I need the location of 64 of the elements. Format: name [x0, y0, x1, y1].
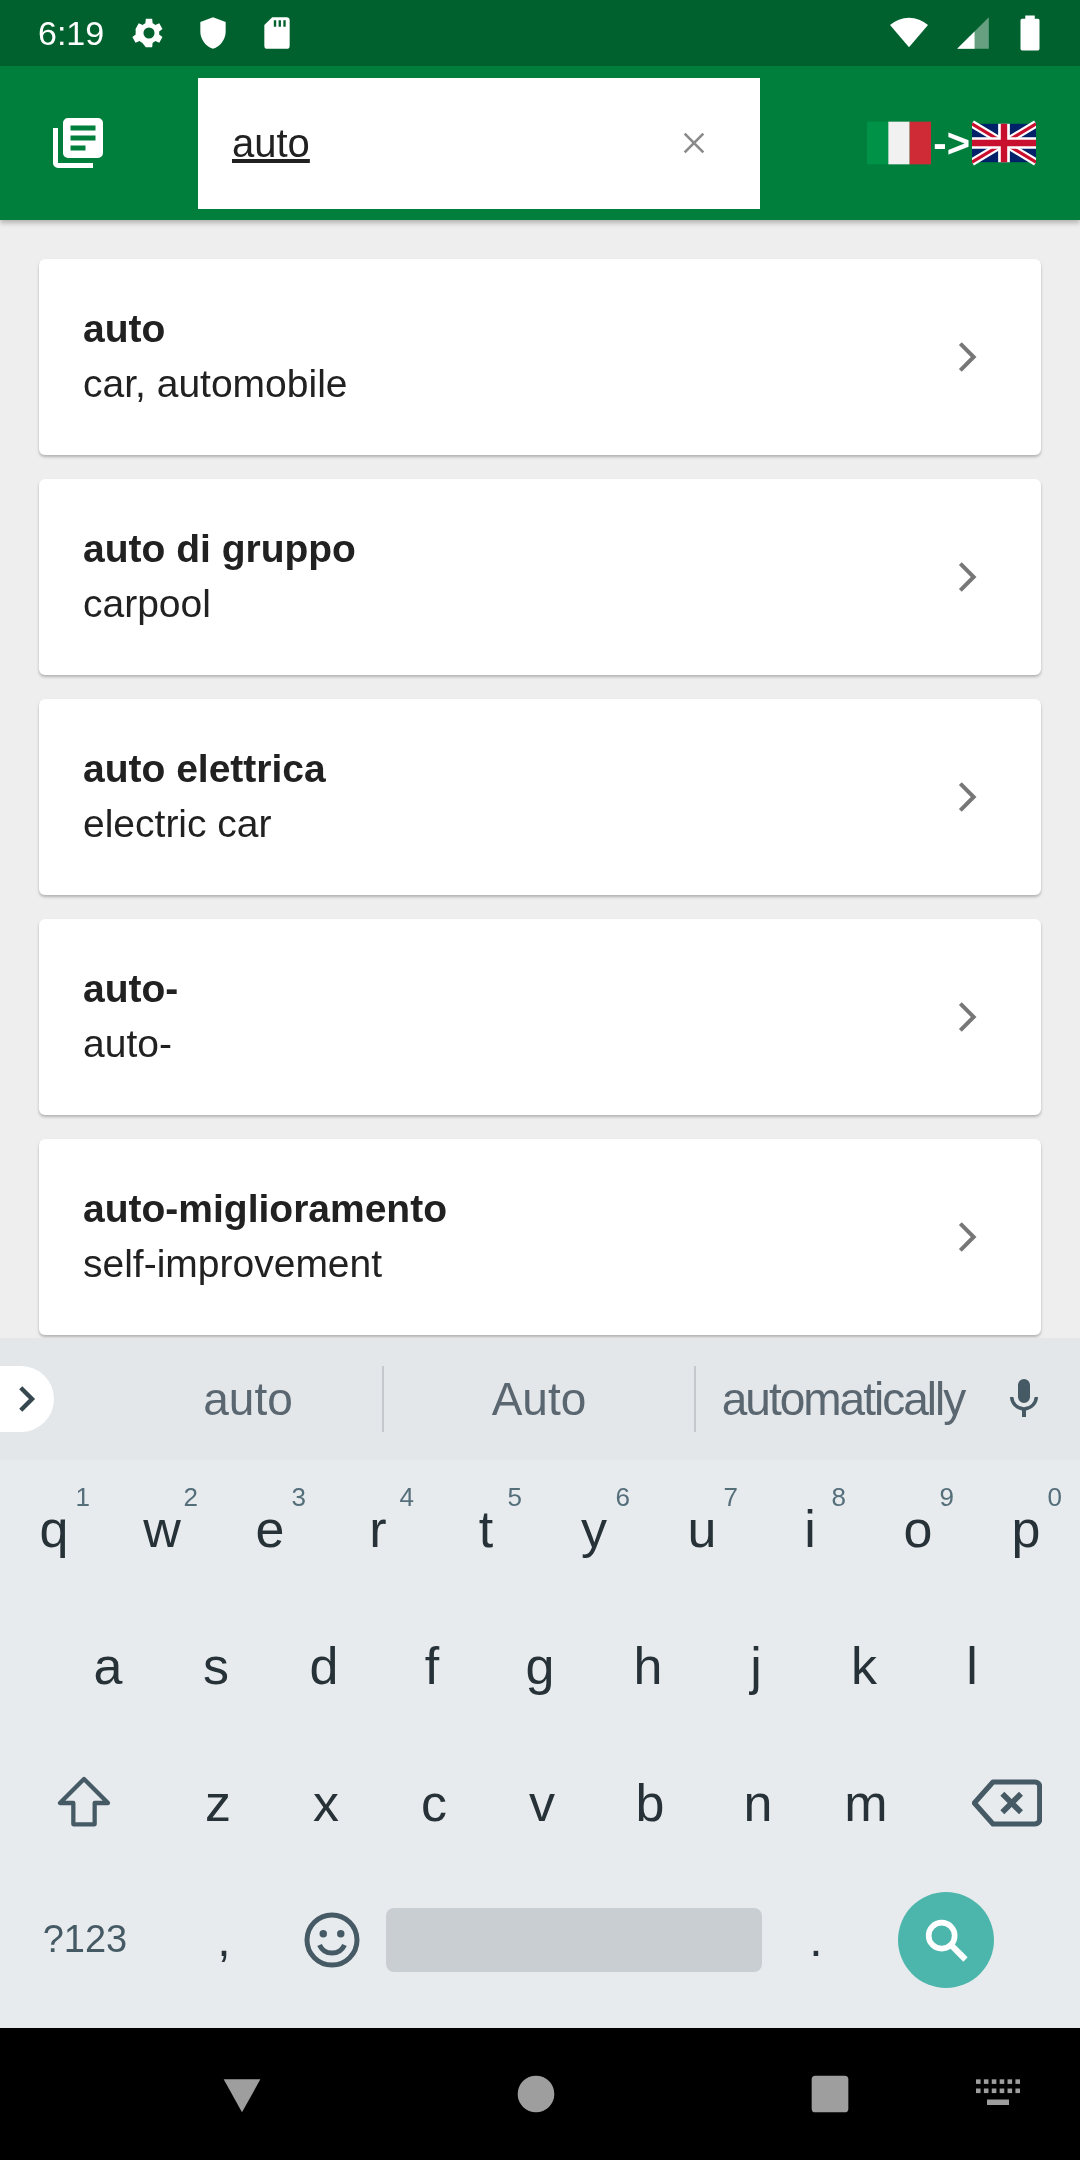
keyboard-key[interactable]: k: [810, 1597, 918, 1734]
language-arrow[interactable]: ->: [933, 120, 970, 166]
keyboard-key[interactable]: h: [594, 1597, 702, 1734]
keyboard-key[interactable]: d: [270, 1597, 378, 1734]
key-hint: 8: [831, 1482, 846, 1513]
chevron-right-icon: [957, 781, 977, 813]
result-card[interactable]: auto- auto-: [39, 919, 1041, 1115]
uk-flag-icon: [972, 119, 1036, 167]
result-term: auto-miglioramento: [83, 1186, 448, 1233]
chevron-right-icon: [17, 1384, 37, 1414]
keyboard-key[interactable]: b: [596, 1734, 704, 1871]
key-hint: 3: [291, 1482, 306, 1513]
result-card[interactable]: auto car, automobile: [39, 259, 1041, 455]
chevron-right-icon: [957, 1001, 977, 1033]
result-translation: self-improvement: [83, 1241, 384, 1287]
keyboard-key[interactable]: s: [162, 1597, 270, 1734]
symbols-key[interactable]: ?123: [0, 1918, 170, 1961]
italy-flag-icon: [867, 119, 932, 167]
key-hint: 5: [507, 1482, 522, 1513]
expand-button[interactable]: [0, 1366, 54, 1432]
signal-icon: [954, 14, 992, 52]
chevron-right-icon: [957, 561, 977, 593]
keyboard-key[interactable]: a: [54, 1597, 162, 1734]
result-term: auto di gruppo: [83, 526, 357, 573]
keyboard-key[interactable]: t 5: [432, 1460, 540, 1597]
chevron-right-icon: [957, 341, 977, 373]
key-hint: 0: [1047, 1482, 1062, 1513]
keyboard-key[interactable]: f: [378, 1597, 486, 1734]
suggestion[interactable]: auto: [114, 1372, 382, 1426]
keyboard-key[interactable]: c: [380, 1734, 488, 1871]
key-hint: 1: [75, 1482, 90, 1513]
keyboard-key[interactable]: n: [704, 1734, 812, 1871]
result-card[interactable]: auto-miglioramento self-improvement: [39, 1139, 1041, 1335]
keyboard-key[interactable]: m: [812, 1734, 920, 1871]
result-translation: auto-: [83, 1021, 173, 1067]
result-translation: carpool: [83, 581, 212, 627]
chevron-right-icon: [957, 1221, 977, 1253]
search-field[interactable]: auto: [198, 77, 760, 209]
key-hint: 9: [939, 1482, 954, 1513]
clock-time: 6:19: [38, 13, 105, 53]
keyboard-key[interactable]: x: [272, 1734, 380, 1871]
result-term: auto elettrica: [83, 746, 327, 793]
result-card[interactable]: auto di gruppo carpool: [39, 479, 1041, 675]
suggestion[interactable]: automatically: [696, 1372, 974, 1426]
keyboard-key[interactable]: v: [488, 1734, 596, 1871]
keyboard-key[interactable]: i 8: [756, 1460, 864, 1597]
result-card[interactable]: auto elettrica electric car: [39, 699, 1041, 895]
keyboard-key[interactable]: g: [486, 1597, 594, 1734]
result-term: auto-: [83, 966, 180, 1013]
keyboard-key[interactable]: l: [918, 1597, 1026, 1734]
battery-icon: [1018, 14, 1042, 52]
keyboard-key[interactable]: r 4: [324, 1460, 432, 1597]
key-hint: 2: [183, 1482, 198, 1513]
key-hint: 4: [399, 1482, 414, 1513]
result-translation: electric car: [83, 801, 273, 847]
keyboard-key[interactable]: z: [164, 1734, 272, 1871]
key-hint: 6: [615, 1482, 630, 1513]
result-translation: car, automobile: [83, 361, 349, 407]
key-hint: 7: [723, 1482, 738, 1513]
suggestion[interactable]: Auto: [384, 1372, 694, 1426]
period-key[interactable]: .: [762, 1871, 870, 2008]
comma-key[interactable]: ,: [170, 1871, 278, 2008]
result-term: auto: [83, 306, 167, 353]
keyboard-key[interactable]: j: [702, 1597, 810, 1734]
